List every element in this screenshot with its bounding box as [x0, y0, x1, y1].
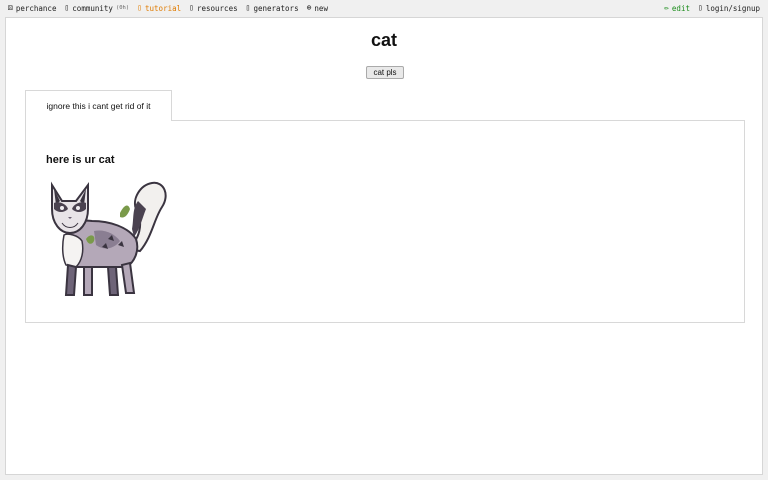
nav-login[interactable]: ▯ login/signup: [698, 4, 760, 13]
nav-resources-label: resources: [196, 3, 238, 13]
nav-new-label: new: [314, 3, 328, 13]
cat-image: [51, 181, 167, 296]
page-title: cat: [370, 30, 397, 50]
chat-icon: ▯: [64, 3, 70, 12]
nav-generators-label: generators: [253, 3, 299, 13]
nav-right-group: ✏ edit ▯ login/signup: [664, 4, 760, 13]
nav-tutorial[interactable]: ▯ tutorial: [137, 4, 181, 13]
nav-new[interactable]: ⊕ new: [307, 4, 328, 13]
tab-panel: here is ur cat: [25, 120, 745, 323]
nav-tutorial-label: tutorial: [145, 3, 182, 13]
nav-generators[interactable]: ▯ generators: [246, 4, 299, 13]
nav-perchance[interactable]: ⚄ perchance: [8, 4, 56, 13]
panel-heading: here is ur cat: [46, 154, 115, 166]
nav-community[interactable]: ▯ community (0h): [64, 4, 129, 13]
nav-edit[interactable]: ✏ edit: [664, 4, 690, 13]
community-count: (0h): [115, 5, 130, 11]
resources-icon: ▯: [189, 3, 194, 12]
top-nav-bar: ⚄ perchance ▯ community (0h) ▯ tutorial …: [0, 0, 768, 16]
cat-pls-button[interactable]: cat pls: [366, 66, 404, 79]
generator-frame: cat cat pls ignore this i cant get rid o…: [5, 17, 763, 475]
tab-ignore[interactable]: ignore this i cant get rid of it: [25, 90, 172, 121]
pencil-icon: ✏: [664, 3, 669, 12]
nav-perchance-label: perchance: [15, 3, 57, 13]
nav-community-label: community: [72, 3, 113, 13]
user-icon: ▯: [697, 3, 703, 12]
plus-circle-icon: ⊕: [306, 3, 312, 12]
nav-login-label: login/signup: [705, 3, 760, 13]
generators-icon: ▯: [245, 3, 251, 12]
nav-left-group: ⚄ perchance ▯ community (0h) ▯ tutorial …: [8, 4, 328, 13]
book-icon: ▯: [137, 3, 143, 12]
dice-icon: ⚄: [8, 3, 13, 12]
tab-label: ignore this i cant get rid of it: [46, 101, 151, 111]
nav-edit-label: edit: [671, 3, 690, 13]
nav-resources[interactable]: ▯ resources: [189, 4, 237, 13]
